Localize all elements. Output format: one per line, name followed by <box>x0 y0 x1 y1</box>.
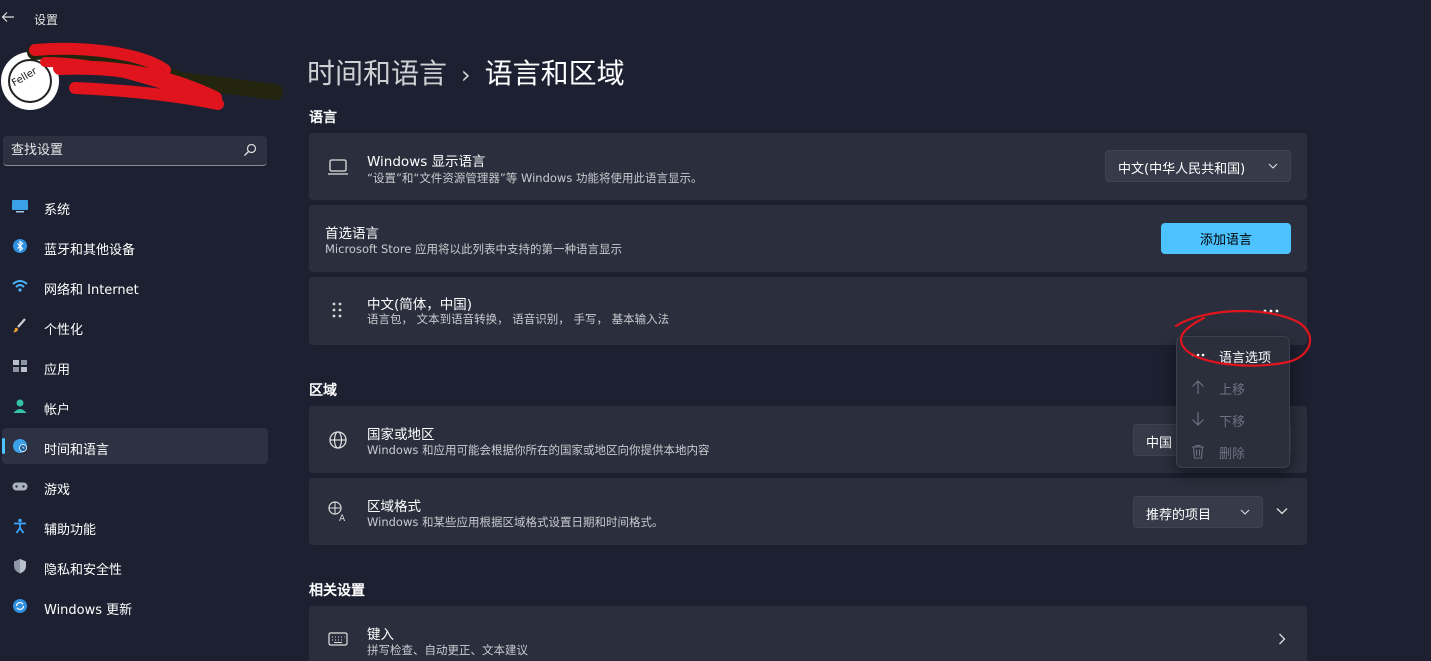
more-options-icon[interactable] <box>1257 301 1285 321</box>
arrow-down-icon <box>1192 412 1204 426</box>
regional-format-icon: A <box>328 501 346 522</box>
menu-item-label: 下移 <box>1219 415 1246 430</box>
menu-item-move-up[interactable]: 上移 <box>1177 371 1289 403</box>
display-language-title: Windows 显示语言 <box>367 154 486 170</box>
sidebar-item-label: 应用 <box>44 363 71 378</box>
sidebar-item-label: 蓝牙和其他设备 <box>44 243 136 258</box>
breadcrumb-parent[interactable]: 时间和语言 <box>307 57 447 90</box>
regional-format-desc: Windows 和某些应用根据区域格式设置日期和时间格式。 <box>367 515 664 529</box>
sidebar-item-time-language[interactable]: 时间和语言 <box>2 428 268 464</box>
display-language-card: Windows 显示语言 “设置”和“文件资源管理器”等 Windows 功能将… <box>309 133 1307 200</box>
language-context-menu: 语言选项 上移 下移 删除 <box>1176 336 1290 468</box>
menu-item-label: 语言选项 <box>1219 351 1272 366</box>
person-icon <box>13 399 27 413</box>
regional-format-title: 区域格式 <box>367 499 421 515</box>
dropdown-value: 中国 <box>1146 436 1173 451</box>
search-input[interactable] <box>3 136 233 165</box>
chevron-right-icon[interactable] <box>1277 632 1287 646</box>
regional-format-card[interactable]: A 区域格式 Windows 和某些应用根据区域格式设置日期和时间格式。 推荐的… <box>309 478 1307 545</box>
add-language-button[interactable]: 添加语言 <box>1161 223 1291 254</box>
sidebar-item-label: 隐私和安全性 <box>44 563 123 578</box>
arrow-up-icon <box>1192 380 1204 394</box>
country-region-card: 国家或地区 Windows 和应用可能会根据你所在的国家或地区向你提供本地内容 … <box>309 406 1307 473</box>
menu-item-language-options[interactable]: 语言选项 <box>1177 339 1289 371</box>
monitor-icon <box>12 200 28 213</box>
wifi-icon <box>12 280 28 292</box>
display-language-dropdown[interactable]: 中文(中华人民共和国) <box>1105 150 1291 182</box>
trash-icon <box>1192 444 1204 459</box>
menu-item-remove[interactable]: 删除 <box>1177 435 1289 467</box>
sidebar-item-label: 系统 <box>44 203 71 218</box>
svg-text:A: A <box>339 514 346 522</box>
display-language-desc: “设置”和“文件资源管理器”等 Windows 功能将使用此语言显示。 <box>367 171 703 185</box>
sidebar-item-label: 时间和语言 <box>44 443 110 458</box>
sidebar-item-gaming[interactable]: 游戏 <box>2 468 268 504</box>
sidebar-item-label: 帐户 <box>44 403 71 418</box>
typing-title: 键入 <box>367 627 394 643</box>
globe-icon <box>329 431 347 449</box>
dropdown-value: 推荐的项目 <box>1146 508 1212 523</box>
bluetooth-icon <box>13 239 27 253</box>
typing-desc: 拼写检查、自动更正、文本建议 <box>367 643 528 657</box>
sidebar-item-personalization[interactable]: 个性化 <box>2 308 268 344</box>
section-title-language: 语言 <box>309 110 337 126</box>
sidebar-item-apps[interactable]: 应用 <box>2 348 268 384</box>
installed-language-title: 中文(简体，中国) <box>367 297 473 313</box>
country-region-title: 国家或地区 <box>367 427 435 443</box>
dropdown-value: 中文(中华人民共和国) <box>1118 162 1246 177</box>
sidebar-item-privacy[interactable]: 隐私和安全性 <box>2 548 268 584</box>
apps-icon <box>13 360 27 372</box>
installed-language-desc: 语言包， 文本到语音转换， 语音识别， 手写， 基本输入法 <box>367 312 670 326</box>
brush-icon <box>13 318 26 333</box>
sidebar-item-label: 个性化 <box>44 323 84 338</box>
sidebar-item-label: 网络和 Internet <box>44 283 139 298</box>
sidebar-item-accounts[interactable]: 帐户 <box>2 388 268 424</box>
sidebar-item-label: 辅助功能 <box>44 523 97 538</box>
update-icon <box>13 599 27 613</box>
preferred-language-card: 首选语言 Microsoft Store 应用将以此列表中支持的第一种语言显示 … <box>309 205 1307 272</box>
search-box[interactable] <box>3 136 267 166</box>
regional-format-dropdown[interactable]: 推荐的项目 <box>1133 496 1263 528</box>
sidebar-item-system[interactable]: 系统 <box>2 188 268 224</box>
sidebar-item-network[interactable]: 网络和 Internet <box>2 268 268 304</box>
keyboard-icon <box>328 632 348 646</box>
laptop-icon <box>328 159 348 175</box>
chevron-down-icon <box>1240 509 1250 515</box>
preferred-language-desc: Microsoft Store 应用将以此列表中支持的第一种语言显示 <box>325 242 623 256</box>
shield-icon <box>14 559 26 574</box>
country-region-desc: Windows 和应用可能会根据你所在的国家或地区向你提供本地内容 <box>367 443 710 457</box>
expand-chevron-icon[interactable] <box>1275 506 1289 516</box>
chevron-down-icon <box>1268 163 1278 169</box>
menu-item-label: 上移 <box>1219 383 1246 398</box>
section-title-related: 相关设置 <box>309 583 365 599</box>
sidebar-item-bluetooth[interactable]: 蓝牙和其他设备 <box>2 228 268 264</box>
redaction-scribble <box>27 42 283 110</box>
sidebar-item-accessibility[interactable]: 辅助功能 <box>2 508 268 544</box>
sidebar-item-label: Windows 更新 <box>44 603 133 618</box>
breadcrumb: 时间和语言 › 语言和区域 <box>307 52 625 92</box>
typing-card[interactable]: 键入 拼写检查、自动更正、文本建议 <box>309 606 1307 661</box>
gamepad-icon <box>12 482 28 491</box>
breadcrumb-separator: › <box>461 61 471 89</box>
sidebar-item-windows-update[interactable]: Windows 更新 <box>2 588 268 624</box>
globe-clock-icon <box>13 439 27 453</box>
sidebar-item-label: 游戏 <box>44 483 71 498</box>
drag-handle-icon[interactable] <box>329 300 345 320</box>
more-icon <box>1191 353 1205 357</box>
installed-language-card[interactable]: 中文(简体，中国) 语言包， 文本到语音转换， 语音识别， 手写， 基本输入法 <box>309 277 1307 345</box>
sidebar-nav: 系统 蓝牙和其他设备 网络和 Internet 个性化 应用 帐户 时间和语言 … <box>0 188 270 628</box>
menu-item-move-down[interactable]: 下移 <box>1177 403 1289 435</box>
search-icon[interactable] <box>243 143 257 157</box>
section-title-region: 区域 <box>309 383 337 399</box>
menu-item-label: 删除 <box>1219 447 1246 462</box>
accessibility-icon <box>14 518 26 534</box>
preferred-language-title: 首选语言 <box>325 226 379 242</box>
page-title: 语言和区域 <box>484 57 625 90</box>
